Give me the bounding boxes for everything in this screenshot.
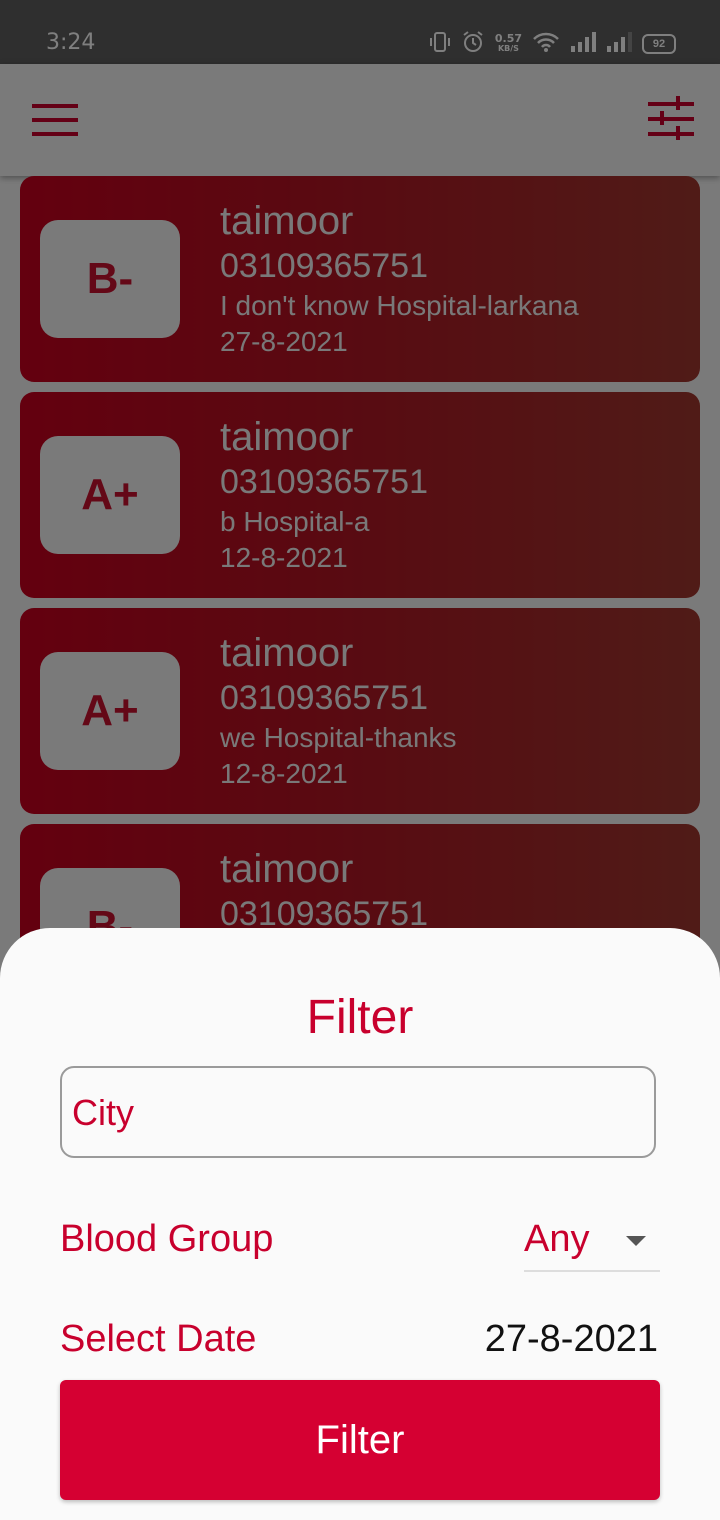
blood-group-label: Blood Group bbox=[60, 1218, 274, 1260]
select-date-label: Select Date bbox=[60, 1318, 257, 1360]
filter-bottom-sheet: Filter Blood Group Any Select Date 27-8-… bbox=[0, 928, 720, 1520]
blood-group-selected: Any bbox=[524, 1218, 590, 1260]
blood-group-dropdown[interactable]: Any bbox=[524, 1212, 660, 1272]
filter-submit-button[interactable]: Filter bbox=[60, 1380, 660, 1500]
dropdown-arrow-icon bbox=[626, 1236, 646, 1246]
date-value[interactable]: 27-8-2021 bbox=[485, 1318, 658, 1361]
city-field[interactable] bbox=[60, 1066, 656, 1158]
city-input[interactable] bbox=[70, 1068, 634, 1158]
sheet-title: Filter bbox=[306, 991, 414, 1044]
